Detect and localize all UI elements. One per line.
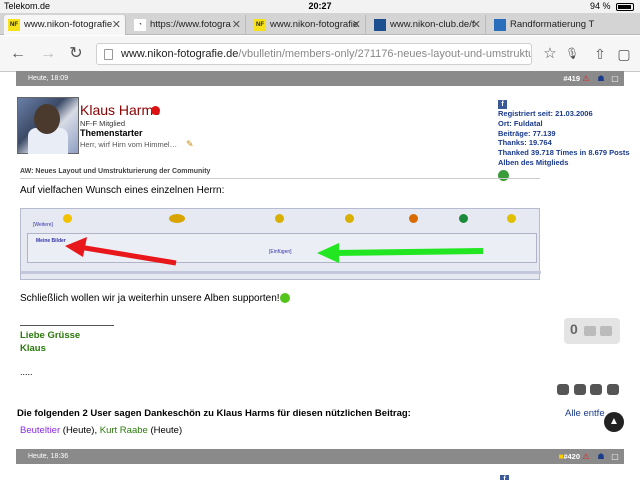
tab-overview-icon[interactable]: ▢	[614, 44, 634, 64]
share-icon[interactable]: ⇧	[590, 44, 610, 64]
user-title: Herr, wirf Hirn vom Himmel…	[80, 140, 178, 149]
facebook-icon[interactable]: f	[498, 100, 507, 109]
thanks-users: Beuteltier (Heute), Kurt Raabe (Heute)	[20, 425, 182, 436]
clock: 20:27	[308, 1, 332, 11]
status-bar: Telekom.de 20:27 94 %	[0, 0, 640, 13]
tab-nikon-fotografie-1[interactable]: NF www.nikon-fotografie ✕	[4, 15, 126, 35]
post-subject: AW: Neues Layout und Umstrukturierung de…	[20, 168, 211, 175]
checkbox-icon[interactable]: ▢	[610, 451, 620, 462]
reputation-box: 0	[564, 318, 620, 344]
albums-link[interactable]: Alben des Mitglieds	[498, 158, 630, 168]
tab-label: www.nikon-club.de/f	[390, 19, 475, 30]
tab-label: www.nikon-fotografie	[24, 19, 113, 30]
microphone-icon[interactable]: 🎙	[562, 44, 582, 64]
post-text-closing: Schließlich wollen wir ja weiterhin unse…	[20, 293, 290, 304]
reload-icon[interactable]: ↻	[66, 44, 86, 64]
globe-favicon-icon: ◔	[134, 19, 146, 31]
tab-label: https://www.fotogra	[150, 19, 231, 30]
post-number[interactable]: #419	[563, 71, 580, 86]
nikon-club-favicon-icon	[374, 19, 386, 31]
thanks-time: (Heute)	[150, 425, 183, 436]
close-icon[interactable]: ✕	[352, 15, 361, 35]
tab-bar: NF www.nikon-fotografie ✕ ◔ https://www.…	[0, 13, 640, 35]
username[interactable]: Klaus Harms	[80, 102, 160, 118]
tab-label: Randformatierung T	[510, 19, 595, 30]
post-count: Beiträge: 77.139	[498, 128, 556, 138]
registered-date: Registriert seit: 21.03.2006	[498, 109, 593, 118]
signature-divider	[20, 325, 114, 326]
quote-icon[interactable]	[607, 384, 619, 395]
rep-down-icon[interactable]	[600, 326, 612, 336]
closing-text: Schließlich wollen wir ja weiterhin unse…	[20, 293, 280, 304]
facebook-icon[interactable]: f	[500, 475, 509, 480]
post-header: Heute, 18:09 #419 ⚠ ☗ ▢	[16, 71, 624, 86]
award-badge-icon	[498, 169, 509, 181]
checkbox-icon[interactable]: ▢	[610, 73, 620, 84]
user-icon[interactable]: ☗	[596, 451, 606, 462]
back-arrow-icon[interactable]: ←	[8, 44, 28, 64]
divider	[20, 178, 540, 179]
reputation-count: 0	[570, 321, 578, 337]
post-date: Heute, 18:09	[28, 75, 69, 82]
report-warning-icon[interactable]: ⚠	[581, 73, 591, 84]
thanks-user-link[interactable]: Beuteltier	[20, 425, 60, 436]
rep-up-icon[interactable]	[584, 326, 596, 336]
thanks-time: (Heute),	[62, 425, 98, 436]
url-field[interactable]: www.nikon-fotografie.de/vbulletin/member…	[96, 43, 532, 65]
address-toolbar: ← → ↻ www.nikon-fotografie.de/vbulletin/…	[0, 36, 640, 72]
nf-favicon-icon: NF	[8, 19, 20, 31]
forward-arrow-icon[interactable]: →	[38, 44, 58, 64]
user-stats: f Registriert seit: 21.03.2006 Ort: Fuld…	[498, 99, 630, 184]
battery-status: 94 %	[590, 0, 634, 13]
thanks-user-link[interactable]: Kurt Raabe	[100, 425, 148, 436]
signature-greeting: Liebe Grüsse	[20, 330, 81, 341]
close-icon[interactable]: ✕	[472, 15, 481, 35]
annotation-arrows	[65, 237, 484, 266]
green-arrow-icon	[317, 243, 484, 263]
edit-icon[interactable]	[557, 384, 569, 395]
signature-dots: .....	[20, 367, 33, 377]
page-icon	[104, 49, 113, 60]
thanks-title: Die folgenden 2 User sagen Dankeschön zu…	[17, 408, 411, 419]
nf-favicon-icon: NF	[254, 19, 266, 31]
quote-plus-icon[interactable]	[590, 384, 602, 395]
battery-icon	[616, 2, 634, 11]
reply-icon[interactable]	[574, 384, 586, 395]
user-rank: NF-F Mitglied	[80, 119, 126, 128]
report-warning-icon[interactable]: ⚠	[581, 451, 591, 462]
post-header: Heute, 18:36 #420 ■ ⚠ ☗ ▢	[16, 449, 624, 464]
url-path: /vbulletin/members-only/271176-neues-lay…	[238, 48, 531, 60]
page-favicon-icon	[494, 19, 506, 31]
scroll-to-top-icon[interactable]: ▲	[604, 412, 624, 432]
close-icon[interactable]: ✕	[112, 15, 121, 35]
thanked-count: Thanked 39.718 Times in 8.679 Posts	[498, 148, 630, 158]
bookmark-star-icon[interactable]: ☆	[540, 44, 560, 64]
tab-fotogra[interactable]: ◔ https://www.fotogra ✕	[130, 15, 246, 35]
flag-icon[interactable]: ■	[556, 451, 566, 462]
embedded-screenshot[interactable]: [Weitere] Meine Bilder [Einfügen]	[20, 208, 541, 280]
url-host: www.nikon-fotografie.de	[121, 48, 239, 60]
close-icon[interactable]: ✕	[232, 15, 241, 35]
thanks-count: Thanks: 19.764	[498, 138, 552, 148]
avatar[interactable]	[17, 97, 79, 154]
tab-randformatierung[interactable]: Randformatierung T	[490, 15, 636, 35]
online-status-icon	[151, 106, 160, 115]
tab-nikon-club[interactable]: www.nikon-club.de/f ✕	[370, 15, 486, 35]
post-text-intro: Auf vielfachen Wunsch eines einzelnen He…	[20, 185, 225, 196]
tab-nikon-fotografie-2[interactable]: NF www.nikon-fotografie ✕	[250, 15, 366, 35]
post-date: Heute, 18:36	[28, 453, 69, 460]
user-role: Themenstarter	[80, 128, 143, 138]
user-location: Ort: Fuldatal	[498, 118, 543, 128]
grin-smiley-icon	[279, 293, 290, 304]
tab-label: www.nikon-fotografie	[270, 19, 359, 30]
battery-label: 94 %	[589, 1, 611, 11]
pencil-icon: ✎	[186, 139, 194, 149]
remove-all-thanks-link[interactable]: Alle entfe	[565, 408, 605, 419]
signature-name: Klaus	[20, 343, 46, 354]
red-arrow-icon	[65, 237, 177, 266]
user-icon[interactable]: ☗	[596, 73, 606, 84]
